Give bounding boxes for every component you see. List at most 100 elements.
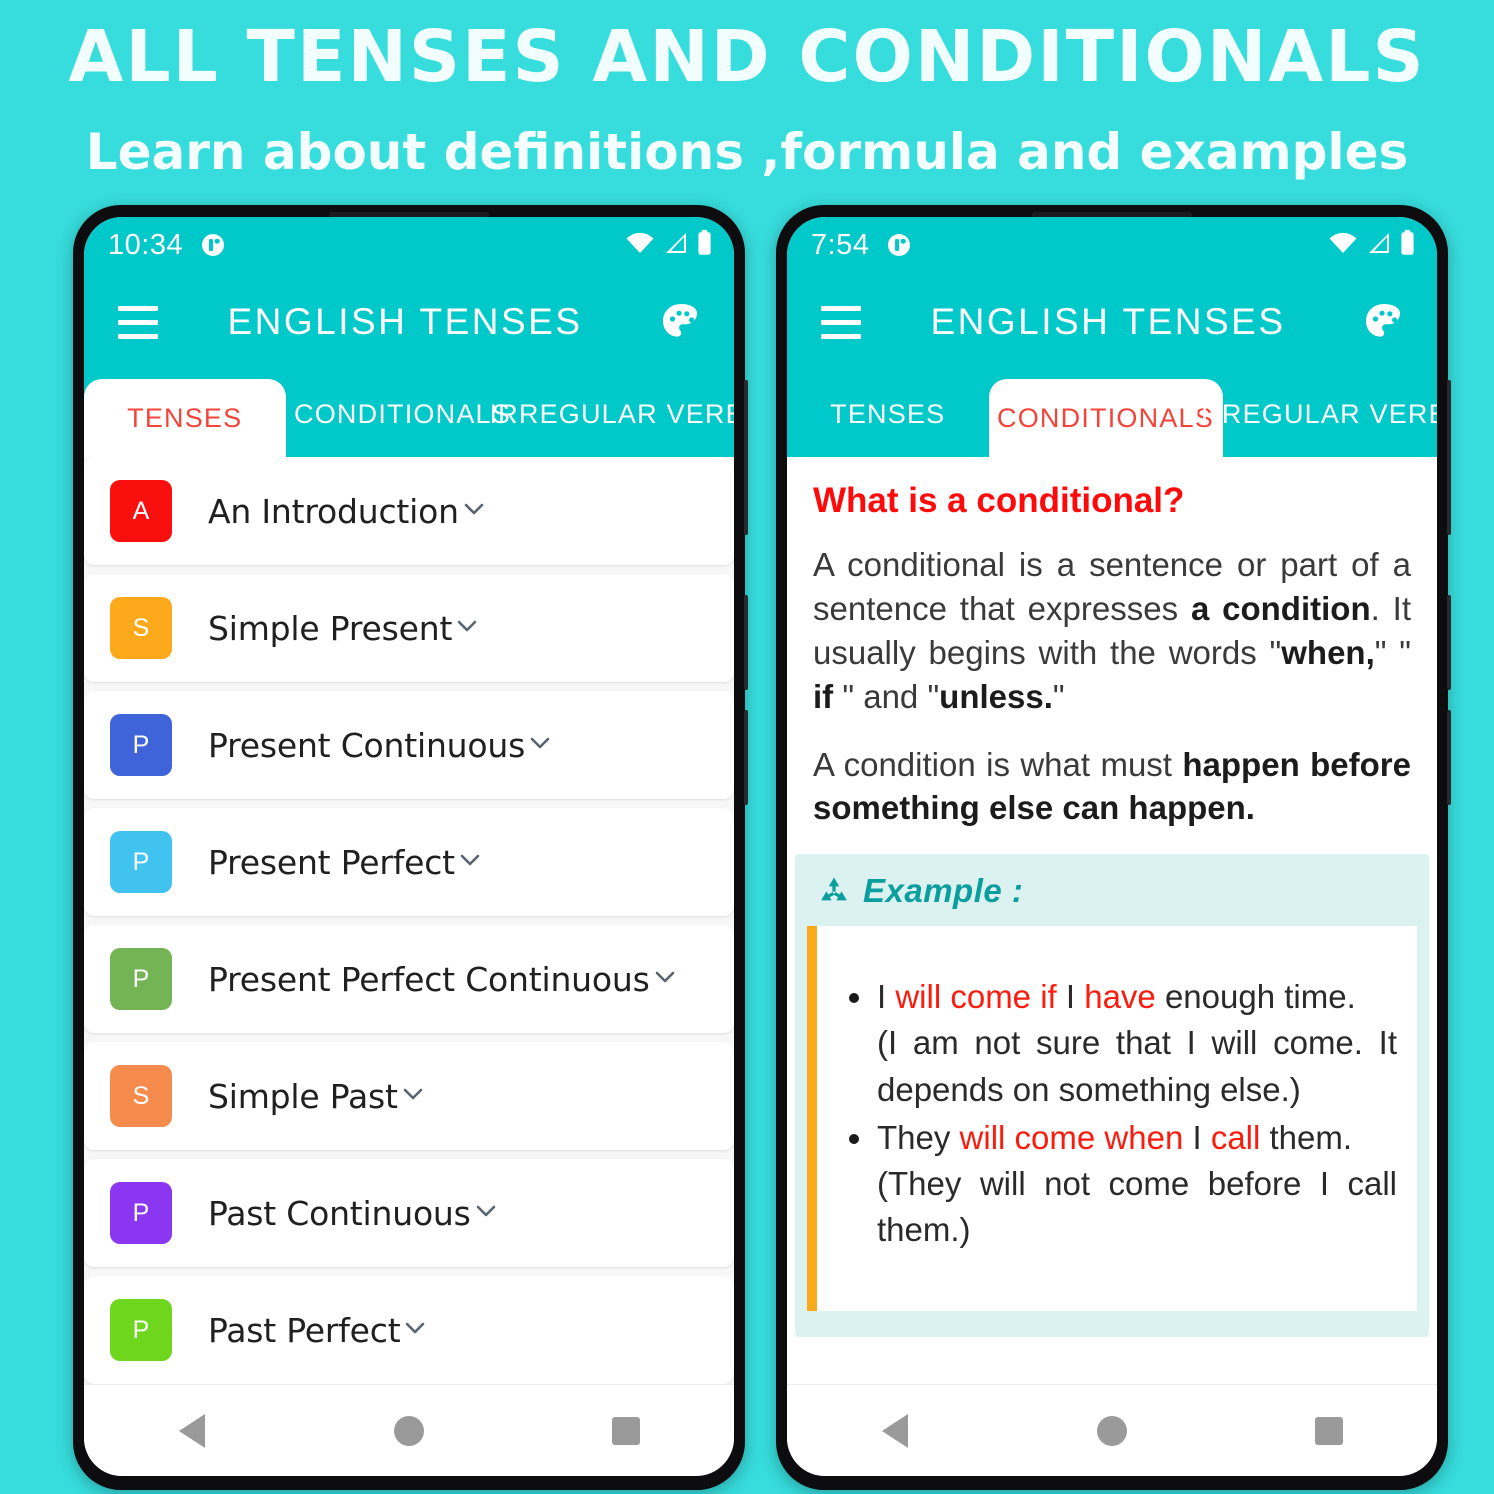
example-fragment: have: [1084, 978, 1156, 1016]
p1-bold-condition: a condition: [1190, 589, 1371, 627]
example-header: Example :: [795, 872, 1429, 926]
example-fragment: They: [877, 1118, 960, 1156]
tense-label: Present Perfect Continuous: [208, 959, 650, 999]
tense-list-item[interactable]: A An Introduction: [84, 457, 734, 565]
tense-list-container[interactable]: A An Introduction S Simple Present P Present …: [84, 457, 734, 1384]
tense-list-item[interactable]: S Simple Past: [84, 1042, 734, 1150]
status-bar-left: 10:34: [84, 217, 734, 273]
chevron-down-icon[interactable]: [400, 1313, 430, 1348]
example-list-item: I will come if I have enough time. (I am …: [839, 974, 1397, 1113]
example-fragment: will come if: [895, 978, 1057, 1016]
phone-mockup-left: 10:34 ENGLISH TENSES TENSES CONDITIONALS…: [73, 205, 748, 1490]
app-notification-icon: [885, 231, 913, 259]
home-nav-icon[interactable]: [1072, 1403, 1152, 1459]
tense-list-item[interactable]: P Present Continuous: [84, 691, 734, 799]
example-list: I will come if I have enough time. (I am …: [839, 974, 1397, 1253]
tense-badge: P: [110, 948, 172, 1010]
tab-irregular-verbs[interactable]: IRREGULAR VERBS: [1192, 371, 1437, 457]
volume-up-button-left-phone[interactable]: [744, 595, 748, 690]
tense-label: Simple Past: [208, 1076, 398, 1116]
example-explanation: (They will not come before I call them.): [877, 1165, 1397, 1249]
tense-list-item[interactable]: S Simple Present: [84, 574, 734, 682]
volume-down-button-right-phone[interactable]: [1447, 710, 1451, 805]
signal-icon: [1367, 232, 1391, 259]
example-fragment: call: [1210, 1118, 1261, 1156]
power-button-right-phone[interactable]: [1447, 380, 1451, 535]
status-bar-right: 7:54: [787, 217, 1437, 273]
chevron-down-icon[interactable]: [650, 962, 680, 997]
article-paragraph-2: A condition is what must happen before s…: [813, 743, 1411, 831]
screen-left: 10:34 ENGLISH TENSES TENSES CONDITIONALS…: [84, 217, 734, 1476]
status-icons-left: [625, 229, 712, 262]
conditional-article-container[interactable]: What is a conditional? A conditional is …: [787, 457, 1437, 1384]
chevron-down-icon[interactable]: [459, 494, 489, 529]
article-heading: What is a conditional?: [813, 481, 1185, 520]
tense-badge: P: [110, 714, 172, 776]
app-bar-left: ENGLISH TENSES: [84, 273, 734, 371]
wifi-icon: [1328, 232, 1358, 259]
tense-label: Simple Present: [208, 608, 453, 648]
conditional-article: What is a conditional? A conditional is …: [787, 457, 1437, 830]
phone-mockup-right: 7:54 ENGLISH TENSES TENSES CONDITIONALS …: [776, 205, 1451, 1490]
hamburger-menu-icon[interactable]: [118, 305, 158, 339]
example-title: Example :: [863, 872, 1024, 910]
home-nav-icon[interactable]: [369, 1403, 449, 1459]
back-nav-icon[interactable]: [855, 1403, 935, 1459]
example-panel: Example : I will come if I have enough t…: [795, 854, 1429, 1338]
app-bar-right: ENGLISH TENSES: [787, 273, 1437, 371]
recycle-icon: [817, 874, 851, 908]
system-nav-bar-right: [787, 1384, 1437, 1476]
status-icons-right: [1328, 229, 1415, 262]
recent-apps-nav-icon[interactable]: [1289, 1403, 1369, 1459]
tense-list-item[interactable]: P Present Perfect: [84, 808, 734, 916]
power-button-left-phone[interactable]: [744, 380, 748, 535]
tense-list: A An Introduction S Simple Present P Present …: [84, 457, 734, 1384]
tense-badge: S: [110, 597, 172, 659]
tab-conditionals[interactable]: CONDITIONALS: [286, 371, 520, 457]
chevron-down-icon[interactable]: [471, 1196, 501, 1231]
tense-badge: P: [110, 831, 172, 893]
banner-title: ALL TENSES AND CONDITIONALS: [68, 15, 1426, 98]
signal-icon: [664, 232, 688, 259]
example-fragment: I: [1056, 978, 1085, 1016]
tense-label: An Introduction: [208, 491, 459, 531]
tense-list-item[interactable]: P Past Continuous: [84, 1159, 734, 1267]
tense-label: Present Perfect: [208, 842, 455, 882]
recent-apps-nav-icon[interactable]: [586, 1403, 666, 1459]
palette-icon[interactable]: [658, 299, 704, 345]
tab-irregular-verbs[interactable]: IRREGULAR VERBS: [489, 371, 734, 457]
battery-icon: [1400, 229, 1415, 262]
example-list-item: They will come when I call them. (They wi…: [839, 1115, 1397, 1254]
tense-list-item[interactable]: P Present Perfect Continuous: [84, 925, 734, 1033]
back-nav-icon[interactable]: [152, 1403, 232, 1459]
app-notification-icon: [199, 231, 227, 259]
tense-badge: A: [110, 480, 172, 542]
volume-down-button-left-phone[interactable]: [744, 710, 748, 805]
example-fragment: I: [1183, 1118, 1211, 1156]
example-fragment: I: [877, 978, 896, 1016]
p1-text-g: " and ": [833, 677, 940, 715]
volume-up-button-right-phone[interactable]: [1447, 595, 1451, 690]
example-fragment: will come when: [959, 1118, 1184, 1156]
tab-conditionals[interactable]: CONDITIONALS: [988, 379, 1223, 457]
banner-subtitle: Learn about definitions ,formula and exa…: [85, 123, 1409, 182]
hamburger-menu-icon[interactable]: [821, 305, 861, 339]
status-time: 10:34: [108, 228, 184, 261]
tense-list-item[interactable]: P Past Perfect: [84, 1276, 734, 1384]
tense-label: Present Continuous: [208, 725, 526, 765]
p1-bold-if: if: [813, 677, 834, 715]
example-explanation: (I am not sure that I will come. It depe…: [877, 1024, 1397, 1108]
tense-label: Past Perfect: [208, 1310, 401, 1350]
p1-bold-when: when,: [1281, 633, 1375, 671]
chevron-down-icon[interactable]: [452, 611, 482, 646]
palette-icon[interactable]: [1361, 299, 1407, 345]
tab-bar-left: TENSES CONDITIONALS IRREGULAR VERBS: [84, 371, 734, 457]
tab-tenses[interactable]: TENSES: [84, 379, 286, 457]
chevron-down-icon[interactable]: [398, 1079, 428, 1114]
system-nav-bar-left: [84, 1384, 734, 1476]
p1-bold-unless: unless.: [939, 677, 1053, 715]
chevron-down-icon[interactable]: [455, 845, 485, 880]
p2-text-a: A condition is what must: [813, 745, 1183, 783]
chevron-down-icon[interactable]: [525, 728, 555, 763]
tab-tenses[interactable]: TENSES: [787, 371, 989, 457]
